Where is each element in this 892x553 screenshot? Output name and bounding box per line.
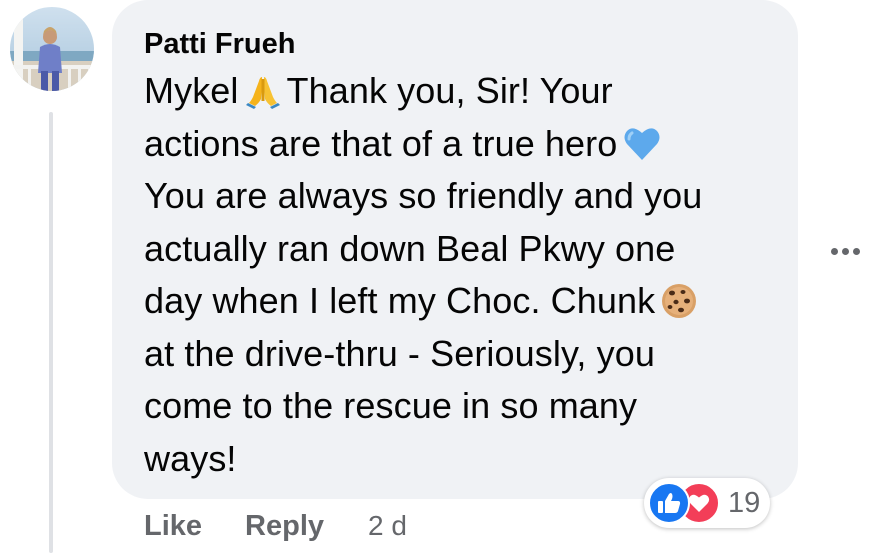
comment-line: at the drive-thru - Seriously, you <box>144 332 655 374</box>
comment-line: day when I left my Choc. Chunk <box>144 275 768 328</box>
comment-line: actually ran down Beal Pkwy one <box>144 227 676 269</box>
more-dot <box>841 247 849 255</box>
more-options-icon[interactable] <box>823 237 867 265</box>
like-button[interactable]: Like <box>144 506 202 546</box>
comment-text: Mykel Thank you, Sir! Your actions are t… <box>144 65 768 485</box>
avatar[interactable] <box>10 7 94 91</box>
thread-line <box>49 112 53 553</box>
timestamp[interactable]: 2 d <box>368 506 407 546</box>
reactions-summary[interactable]: 19 <box>644 478 771 528</box>
comment-bubble: Patti Frueh Mykel Thank you, Sir! Your a… <box>112 0 798 499</box>
cookie-emoji <box>661 283 697 319</box>
blue-heart-emoji <box>623 126 661 162</box>
mention-name[interactable]: Mykel <box>144 70 239 111</box>
reaction-count: 19 <box>728 487 761 519</box>
folded-hands-emoji <box>245 73 281 109</box>
comment-line: Mykel Thank you, Sir! Your <box>144 70 613 111</box>
comment-line: actions are that of a true hero <box>144 118 768 171</box>
more-dot <box>830 247 838 255</box>
like-icon <box>648 482 690 524</box>
more-dot <box>852 247 860 255</box>
comment-actions: Like Reply 2 d <box>144 506 407 546</box>
comment-line: You are always so friendly and you <box>144 175 703 216</box>
comment-author[interactable]: Patti Frueh <box>144 27 768 61</box>
comment-line: come to the rescue in so many <box>144 385 638 426</box>
reply-button[interactable]: Reply <box>245 506 324 546</box>
